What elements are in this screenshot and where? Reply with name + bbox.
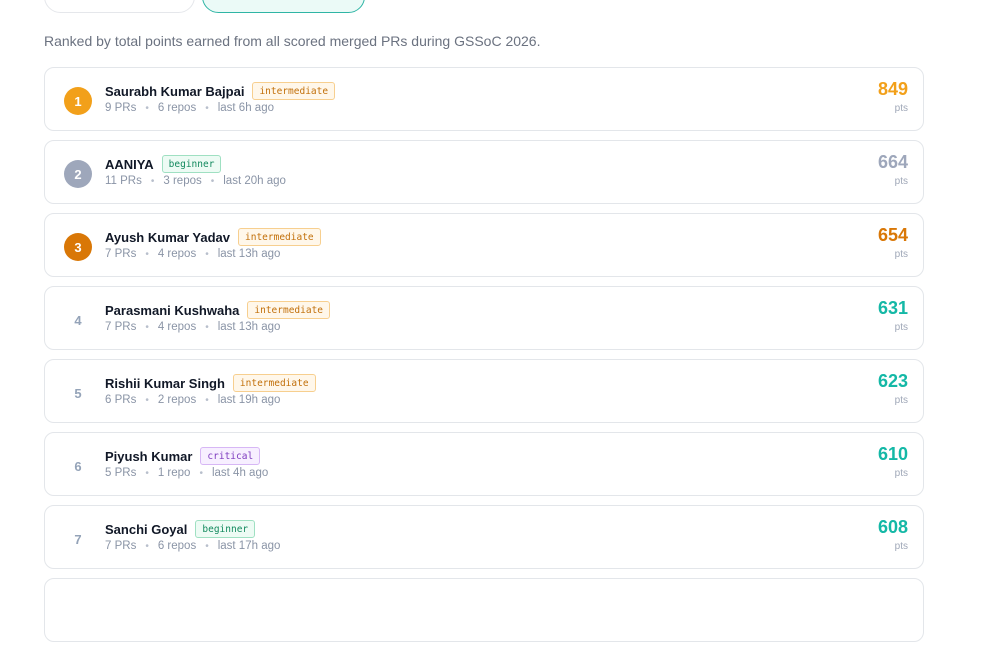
leaderboard-row-partial[interactable] [44, 578, 924, 642]
points-unit: pts [894, 176, 908, 187]
last-activity: last 19h ago [217, 394, 281, 406]
contributor-name-line: Saurabh Kumar Bajpai intermediate [105, 81, 336, 101]
pr-count: 5 PRs [105, 467, 137, 479]
points-unit: pts [894, 103, 908, 114]
repo-count: 6 repos [157, 102, 197, 114]
points-unit: pts [894, 541, 908, 552]
contributor-meta: 5 PRs • 1 repo • last 4h ago [105, 467, 268, 479]
points-unit: pts [894, 322, 908, 333]
contributor-meta: 6 PRs • 2 repos • last 19h ago [105, 394, 280, 406]
points-value: 610 [877, 444, 908, 464]
rank-badge: 3 [64, 233, 92, 261]
contributor-name-line: Ayush Kumar Yadav intermediate [105, 227, 321, 247]
separator-dot: • [145, 394, 149, 406]
separator-dot: • [145, 321, 149, 333]
points-value: 623 [877, 371, 908, 391]
separator-dot: • [205, 102, 209, 114]
contributor-name[interactable]: Saurabh Kumar Bajpai [105, 84, 244, 99]
last-activity: last 13h ago [217, 248, 281, 260]
rank-badge: 5 [74, 385, 82, 401]
level-badge: beginner [161, 155, 222, 173]
contributor-meta: 11 PRs • 3 repos • last 20h ago [105, 175, 286, 187]
last-activity: last 17h ago [217, 540, 281, 552]
leaderboard-row[interactable]: 6 Piyush Kumar critical 5 PRs • 1 repo •… [44, 432, 924, 496]
level-badge: beginner [195, 520, 256, 538]
separator-dot: • [145, 102, 149, 114]
level-badge: critical [200, 447, 261, 465]
leaderboard-description: Ranked by total points earned from all s… [44, 33, 541, 49]
leaderboard-row[interactable]: 2 AANIYA beginner 11 PRs • 3 repos • las… [44, 140, 924, 204]
contributor-name-line: AANIYA beginner [105, 154, 222, 174]
points-unit: pts [894, 395, 908, 406]
leaderboard-row[interactable]: 4 Parasmani Kushwaha intermediate 7 PRs … [44, 286, 924, 350]
separator-dot: • [145, 540, 149, 552]
separator-dot: • [205, 248, 209, 260]
points-value: 849 [877, 79, 908, 99]
tab-previous[interactable] [44, 0, 195, 13]
repo-count: 1 repo [157, 467, 191, 479]
pr-count: 9 PRs [105, 102, 137, 114]
level-badge: intermediate [247, 301, 331, 319]
contributor-name-line: Parasmani Kushwaha intermediate [105, 300, 331, 320]
last-activity: last 6h ago [217, 102, 274, 114]
points-value: 631 [877, 298, 908, 318]
contributor-meta: 7 PRs • 4 repos • last 13h ago [105, 321, 280, 333]
leaderboard-row[interactable]: 7 Sanchi Goyal beginner 7 PRs • 6 repos … [44, 505, 924, 569]
points-unit: pts [894, 468, 908, 479]
rank-badge: 1 [64, 87, 92, 115]
points-value: 664 [877, 152, 908, 172]
contributor-name[interactable]: Ayush Kumar Yadav [105, 230, 230, 245]
tab-active[interactable] [202, 0, 365, 13]
level-badge: intermediate [232, 374, 316, 392]
contributor-meta: 7 PRs • 4 repos • last 13h ago [105, 248, 280, 260]
contributor-name[interactable]: Sanchi Goyal [105, 522, 187, 537]
points-value: 608 [877, 517, 908, 537]
separator-dot: • [205, 321, 209, 333]
rank-badge: 6 [74, 458, 82, 474]
leaderboard-list: 1 Saurabh Kumar Bajpai intermediate 9 PR… [44, 67, 924, 651]
level-badge: intermediate [238, 228, 321, 246]
contributor-name[interactable]: Parasmani Kushwaha [105, 303, 239, 318]
contributor-name-line: Piyush Kumar critical [105, 446, 261, 466]
contributor-name-line: Sanchi Goyal beginner [105, 519, 256, 539]
separator-dot: • [210, 175, 215, 187]
points-value: 654 [877, 225, 908, 245]
pr-count: 6 PRs [105, 394, 137, 406]
repo-count: 6 repos [157, 540, 197, 552]
separator-dot: • [145, 248, 149, 260]
last-activity: last 20h ago [223, 175, 286, 187]
contributor-meta: 9 PRs • 6 repos • last 6h ago [105, 102, 274, 114]
rank-badge: 4 [74, 312, 82, 328]
pr-count: 7 PRs [105, 248, 137, 260]
pr-count: 7 PRs [105, 321, 137, 333]
separator-dot: • [145, 467, 149, 479]
contributor-name[interactable]: Rishii Kumar Singh [105, 376, 225, 391]
contributor-name[interactable]: Piyush Kumar [105, 449, 192, 464]
leaderboard-row[interactable]: 1 Saurabh Kumar Bajpai intermediate 9 PR… [44, 67, 924, 131]
level-badge: intermediate [252, 82, 336, 100]
contributor-meta: 7 PRs • 6 repos • last 17h ago [105, 540, 280, 552]
rank-badge: 7 [74, 531, 82, 547]
separator-dot: • [150, 175, 155, 187]
repo-count: 3 repos [163, 175, 202, 187]
pr-count: 7 PRs [105, 540, 137, 552]
last-activity: last 4h ago [211, 467, 269, 479]
repo-count: 4 repos [157, 321, 197, 333]
leaderboard-row[interactable]: 5 Rishii Kumar Singh intermediate 6 PRs … [44, 359, 924, 423]
separator-dot: • [205, 540, 209, 552]
points-unit: pts [894, 249, 908, 260]
separator-dot: • [199, 467, 203, 479]
separator-dot: • [205, 394, 209, 406]
repo-count: 2 repos [157, 394, 197, 406]
pr-count: 11 PRs [105, 175, 142, 187]
rank-badge: 2 [64, 160, 92, 188]
contributor-name-line: Rishii Kumar Singh intermediate [105, 373, 316, 393]
last-activity: last 13h ago [217, 321, 281, 333]
repo-count: 4 repos [157, 248, 197, 260]
contributor-name[interactable]: AANIYA [105, 157, 154, 172]
leaderboard-row[interactable]: 3 Ayush Kumar Yadav intermediate 7 PRs •… [44, 213, 924, 277]
